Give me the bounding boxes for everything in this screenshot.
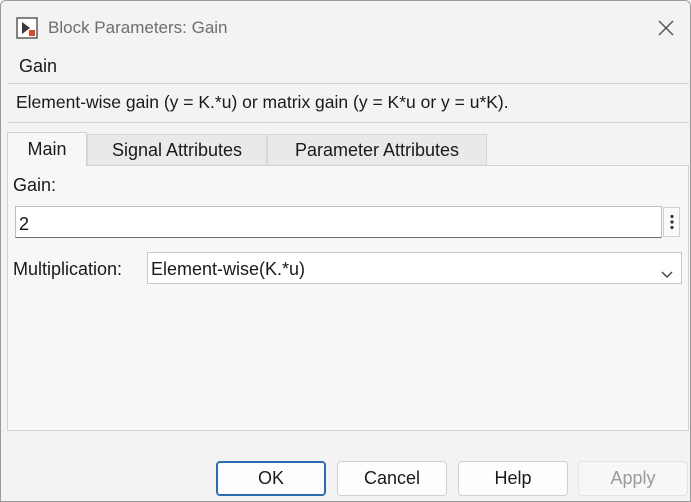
gain-input[interactable]: [15, 206, 662, 238]
tab-main[interactable]: Main: [7, 132, 87, 166]
tab-label: Main: [27, 139, 67, 159]
simulink-block-icon: [16, 17, 38, 39]
multiplication-label: Multiplication:: [13, 259, 123, 279]
main-tab-panel: [7, 165, 689, 431]
tab-label: Signal Attributes: [111, 139, 243, 160]
tab-label: Parameter Attributes: [294, 139, 460, 160]
window-title: Block Parameters: Gain: [48, 18, 228, 37]
tab-parameter-attributes[interactable]: Parameter Attributes: [267, 134, 487, 165]
tab-signal-attributes[interactable]: Signal Attributes: [87, 134, 267, 165]
apply-button[interactable]: Apply: [578, 461, 688, 496]
help-button-label: Help: [494, 468, 532, 488]
help-button[interactable]: Help: [458, 461, 568, 496]
multiplication-value: Element-wise(K.*u): [151, 259, 306, 279]
kebab-menu-icon[interactable]: [663, 207, 680, 237]
cancel-button[interactable]: Cancel: [337, 461, 447, 496]
gain-label: Gain:: [13, 175, 57, 195]
ok-button[interactable]: OK: [216, 461, 326, 496]
apply-button-label: Apply: [610, 468, 656, 488]
ok-button-label: OK: [257, 468, 284, 488]
block-parameters-dialog: Block Parameters: Gain Gain Element-wise…: [0, 0, 691, 502]
close-icon[interactable]: [649, 13, 683, 43]
title-bar[interactable]: Block Parameters: Gain: [1, 1, 690, 55]
cancel-button-label: Cancel: [363, 468, 421, 488]
group-label: Gain: [19, 56, 58, 76]
chevron-down-icon: [661, 263, 673, 284]
block-description: Element-wise gain (y = K.*u) or matrix g…: [16, 92, 509, 112]
multiplication-select[interactable]: Element-wise(K.*u): [147, 252, 682, 284]
